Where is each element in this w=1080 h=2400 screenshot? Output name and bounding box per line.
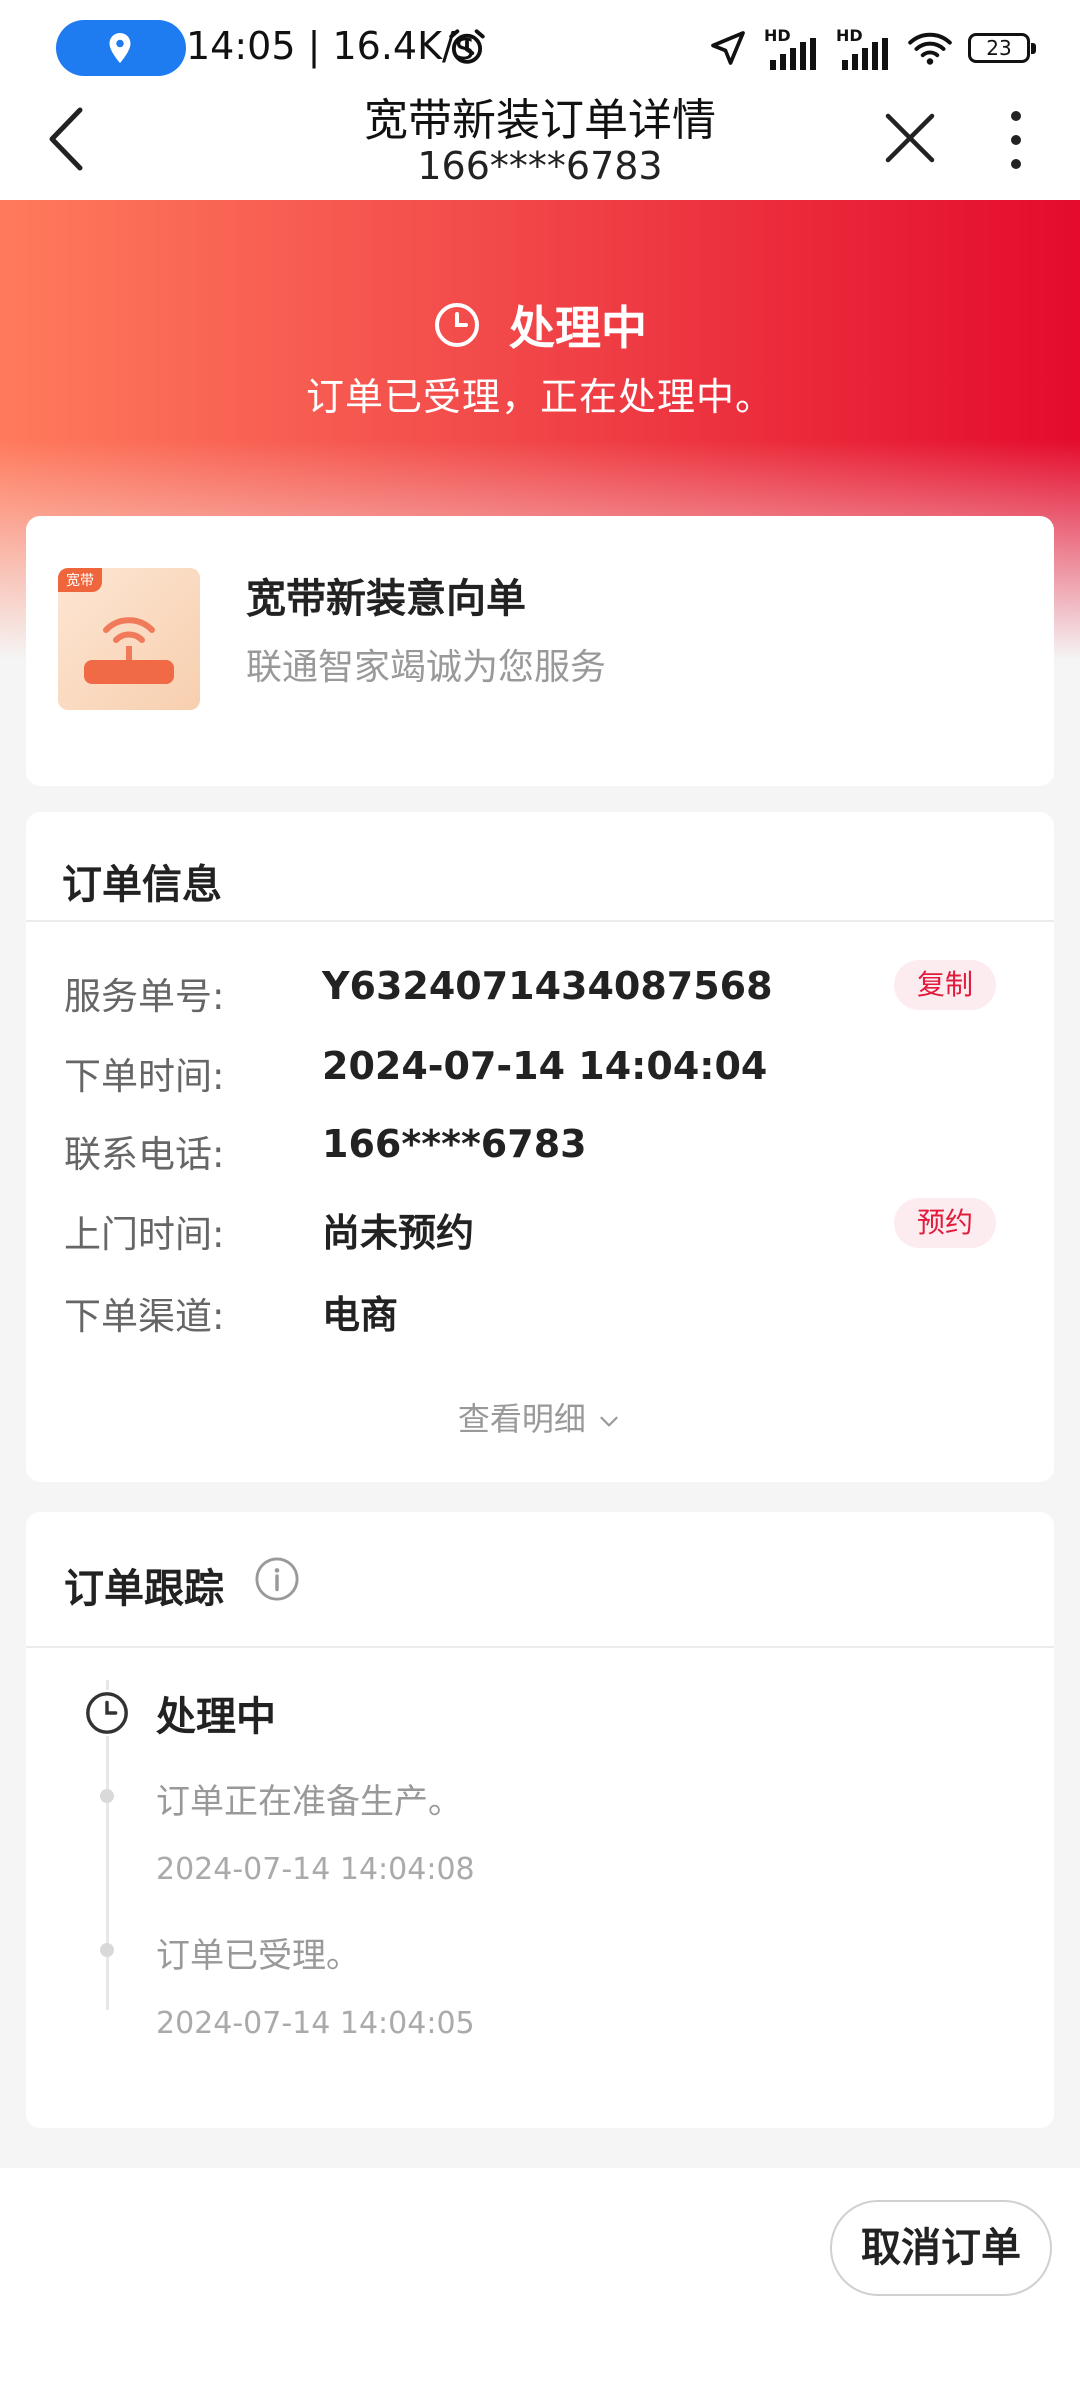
navigation-arrow-icon: [711, 31, 745, 65]
timeline-event-text: 订单正在准备生产。: [156, 1782, 462, 1822]
info-row-visit-time: 上门时间: 尚未预约 预约: [26, 1198, 1054, 1258]
info-label: 下单渠道:: [64, 1295, 225, 1338]
info-label: 上门时间:: [64, 1213, 225, 1256]
bottom-action-bar: 取消订单: [0, 2168, 1080, 2400]
status-time-speed: 14:05 | 16.4K/s: [186, 24, 475, 68]
info-row-order-channel: 下单渠道: 电商: [26, 1280, 1054, 1340]
signal-strength-icon: HD: [764, 26, 820, 70]
product-tag: 宽带: [58, 568, 102, 592]
product-card: 宽带 宽带新装意向单 联通智家竭诚为您服务: [26, 516, 1054, 786]
chevron-down-icon: [600, 1416, 618, 1427]
clock-icon: [435, 303, 479, 347]
product-subtitle: 联通智家竭诚为您服务: [246, 647, 607, 688]
page-subtitle: 166****6783: [417, 144, 663, 188]
order-info-heading: 订单信息: [62, 862, 222, 908]
timeline-dot: [100, 1789, 114, 1803]
info-value: 166****6783: [322, 1122, 587, 1166]
info-row-service-number: 服务单号: Y6324071434087568 复制: [26, 960, 1054, 1020]
order-tracking-heading: 订单跟踪: [64, 1566, 224, 1612]
timeline-event-text: 订单已受理。: [156, 1936, 360, 1976]
battery-icon: 23: [968, 33, 1036, 63]
timeline-dot: [100, 1943, 114, 1957]
clock-icon: [84, 1690, 130, 1736]
back-arrow-icon[interactable]: [40, 104, 96, 174]
info-value: 2024-07-14 14:04:04: [322, 1044, 768, 1088]
info-label: 联系电话:: [64, 1133, 225, 1176]
order-info-header: 订单信息: [26, 812, 1054, 922]
info-label: 服务单号:: [64, 975, 225, 1018]
info-value: Y6324071434087568: [322, 964, 773, 1008]
order-status-label: 处理中: [509, 301, 647, 355]
close-icon[interactable]: [880, 108, 940, 168]
location-pin-icon: [109, 33, 131, 63]
copy-button[interactable]: 复制: [894, 960, 996, 1010]
signal-strength-icon: HD: [836, 26, 892, 70]
info-icon[interactable]: [254, 1556, 300, 1602]
timeline-event-time: 2024-07-14 14:04:08: [156, 1852, 475, 1887]
broadband-router-image: 宽带: [58, 568, 200, 710]
product-title: 宽带新装意向单: [246, 576, 526, 622]
order-info-card: 订单信息 服务单号: Y6324071434087568 复制 下单时间: 20…: [26, 812, 1054, 1482]
status-bar: 14:05 | 16.4K/s HD HD 23: [0, 0, 1080, 96]
page-title: 宽带新装订单详情: [364, 95, 716, 146]
status-icons: HD HD 23: [708, 24, 1036, 72]
info-row-order-time: 下单时间: 2024-07-14 14:04:04: [26, 1040, 1054, 1100]
info-value: 电商: [322, 1293, 399, 1337]
alarm-clock-icon: [449, 29, 485, 64]
view-details-link[interactable]: 查看明细: [26, 1394, 1054, 1440]
location-pill[interactable]: [56, 20, 186, 76]
timeline-event-time: 2024-07-14 14:04:05: [156, 2006, 475, 2041]
cancel-order-button[interactable]: 取消订单: [830, 2200, 1052, 2296]
order-status-banner: 处理中: [0, 290, 1080, 360]
wifi-icon: [908, 32, 952, 65]
view-details-label: 查看明细: [457, 1400, 586, 1438]
more-options-icon[interactable]: [996, 108, 1036, 172]
info-row-contact-phone: 联系电话: 166****6783: [26, 1118, 1054, 1178]
order-tracking-header: 订单跟踪: [26, 1512, 1054, 1648]
timeline-current-status: 处理中: [156, 1694, 276, 1740]
appointment-button[interactable]: 预约: [894, 1198, 996, 1248]
info-label: 下单时间:: [64, 1055, 225, 1098]
order-status-description: 订单已受理，正在处理中。: [305, 375, 774, 419]
info-value: 尚未预约: [322, 1211, 475, 1255]
order-tracking-card: 订单跟踪 处理中 订单正在准备生产。 2024-07-14 14:04:08 订…: [26, 1512, 1054, 2128]
